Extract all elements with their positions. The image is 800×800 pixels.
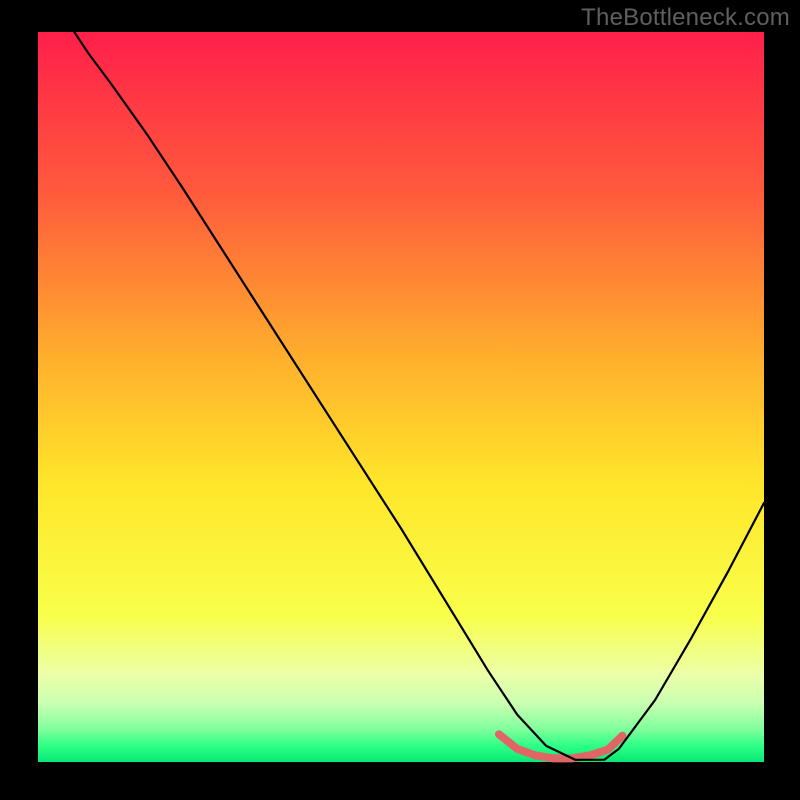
chart-frame: { "watermark": "TheBottleneck.com", "cha… — [0, 0, 800, 800]
bottleneck-chart — [0, 0, 800, 800]
plot-background — [38, 32, 764, 762]
watermark-text: TheBottleneck.com — [581, 4, 790, 32]
